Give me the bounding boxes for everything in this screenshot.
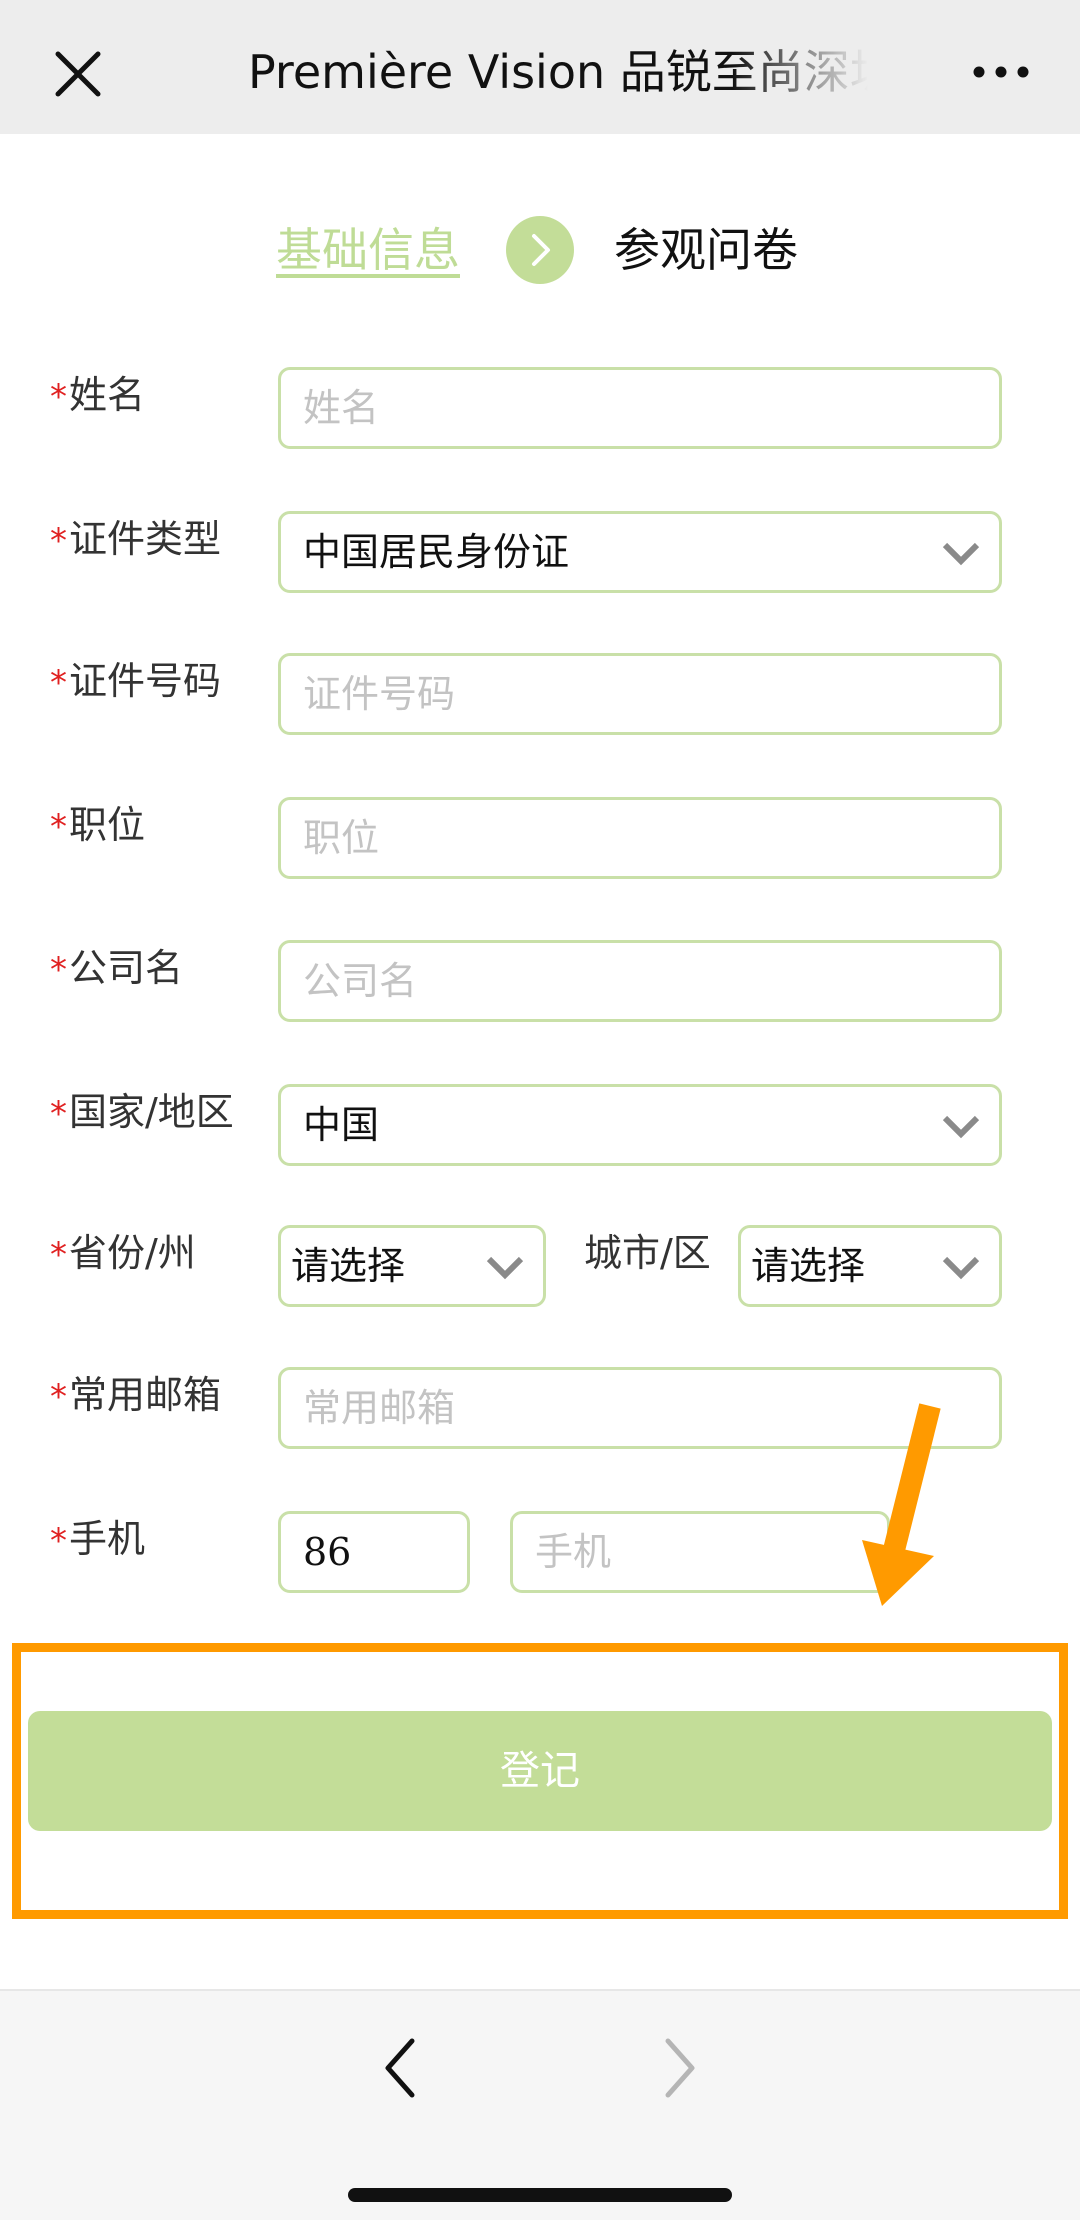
register-button[interactable]: 登记 bbox=[28, 1711, 1052, 1831]
forward-arrow-icon[interactable] bbox=[660, 2033, 700, 2103]
id-type-label: *证件类型 bbox=[50, 515, 221, 565]
id-type-label-text: 证件类型 bbox=[69, 517, 222, 561]
id-number-input[interactable] bbox=[278, 653, 1002, 735]
step-questionnaire[interactable]: 参观问卷 bbox=[614, 218, 798, 282]
company-row: *公司名 bbox=[0, 940, 1080, 1028]
name-row: *姓名 bbox=[0, 367, 1080, 455]
chevron-down-icon bbox=[942, 1115, 980, 1139]
mobile-label-text: 手机 bbox=[69, 1517, 146, 1561]
company-label-text: 公司名 bbox=[69, 946, 184, 990]
country-select[interactable]: 中国 bbox=[278, 1084, 1002, 1166]
close-icon[interactable] bbox=[50, 46, 106, 102]
bottom-nav-bar bbox=[0, 1989, 1080, 2220]
required-mark: * bbox=[50, 663, 67, 703]
chevron-down-icon bbox=[942, 542, 980, 566]
country-value: 中国 bbox=[303, 1103, 380, 1147]
email-label-text: 常用邮箱 bbox=[69, 1373, 222, 1417]
name-input[interactable] bbox=[278, 367, 1002, 449]
back-arrow-icon[interactable] bbox=[380, 2033, 420, 2103]
province-value: 请选择 bbox=[291, 1244, 406, 1288]
chevron-right-icon bbox=[506, 216, 574, 284]
required-mark: * bbox=[50, 807, 67, 847]
company-input[interactable] bbox=[278, 940, 1002, 1022]
city-label: 城市/区 bbox=[584, 1231, 711, 1275]
mobile-label: *手机 bbox=[50, 1515, 145, 1565]
more-options-icon[interactable] bbox=[972, 58, 1030, 86]
home-indicator[interactable] bbox=[348, 2188, 732, 2202]
step-indicator: 基础信息 参观问卷 bbox=[0, 210, 1080, 290]
id-number-row: *证件号码 bbox=[0, 653, 1080, 741]
required-mark: * bbox=[50, 950, 67, 990]
email-label: *常用邮箱 bbox=[50, 1371, 221, 1421]
chevron-down-icon bbox=[486, 1256, 524, 1280]
province-label-text: 省份/州 bbox=[69, 1231, 196, 1275]
country-row: *国家/地区 中国 bbox=[0, 1084, 1080, 1172]
position-label: *职位 bbox=[50, 801, 145, 851]
province-label: *省份/州 bbox=[50, 1229, 196, 1279]
required-mark: * bbox=[50, 1521, 67, 1561]
required-mark: * bbox=[50, 1094, 67, 1134]
mobile-input[interactable] bbox=[510, 1511, 890, 1593]
name-label-text: 姓名 bbox=[69, 373, 146, 417]
country-label-text: 国家/地区 bbox=[69, 1090, 234, 1134]
required-mark: * bbox=[50, 521, 67, 561]
position-input[interactable] bbox=[278, 797, 1002, 879]
country-label: *国家/地区 bbox=[50, 1088, 234, 1138]
required-mark: * bbox=[50, 377, 67, 417]
id-type-select[interactable]: 中国居民身份证 bbox=[278, 511, 1002, 593]
required-mark: * bbox=[50, 1235, 67, 1275]
position-row: *职位 bbox=[0, 797, 1080, 885]
position-label-text: 职位 bbox=[69, 803, 146, 847]
page-title: Première Vision 品锐至尚深圳 bbox=[248, 45, 868, 99]
chevron-down-icon bbox=[942, 1256, 980, 1280]
id-number-label: *证件号码 bbox=[50, 657, 221, 707]
city-select[interactable]: 请选择 bbox=[738, 1225, 1002, 1307]
annotation-arrow-icon bbox=[862, 1403, 941, 1606]
country-code-input[interactable]: 86 bbox=[278, 1511, 470, 1593]
city-value: 请选择 bbox=[751, 1244, 866, 1288]
required-mark: * bbox=[50, 1377, 67, 1417]
province-select[interactable]: 请选择 bbox=[278, 1225, 546, 1307]
name-label: *姓名 bbox=[50, 371, 145, 421]
id-type-row: *证件类型 中国居民身份证 bbox=[0, 511, 1080, 599]
id-number-label-text: 证件号码 bbox=[69, 659, 222, 703]
step-basic-info[interactable]: 基础信息 bbox=[276, 218, 460, 282]
top-bar: Première Vision 品锐至尚深圳 bbox=[0, 0, 1080, 134]
id-type-value: 中国居民身份证 bbox=[303, 530, 570, 574]
province-city-row: *省份/州 请选择 城市/区 请选择 bbox=[0, 1225, 1080, 1313]
company-label: *公司名 bbox=[50, 944, 183, 994]
